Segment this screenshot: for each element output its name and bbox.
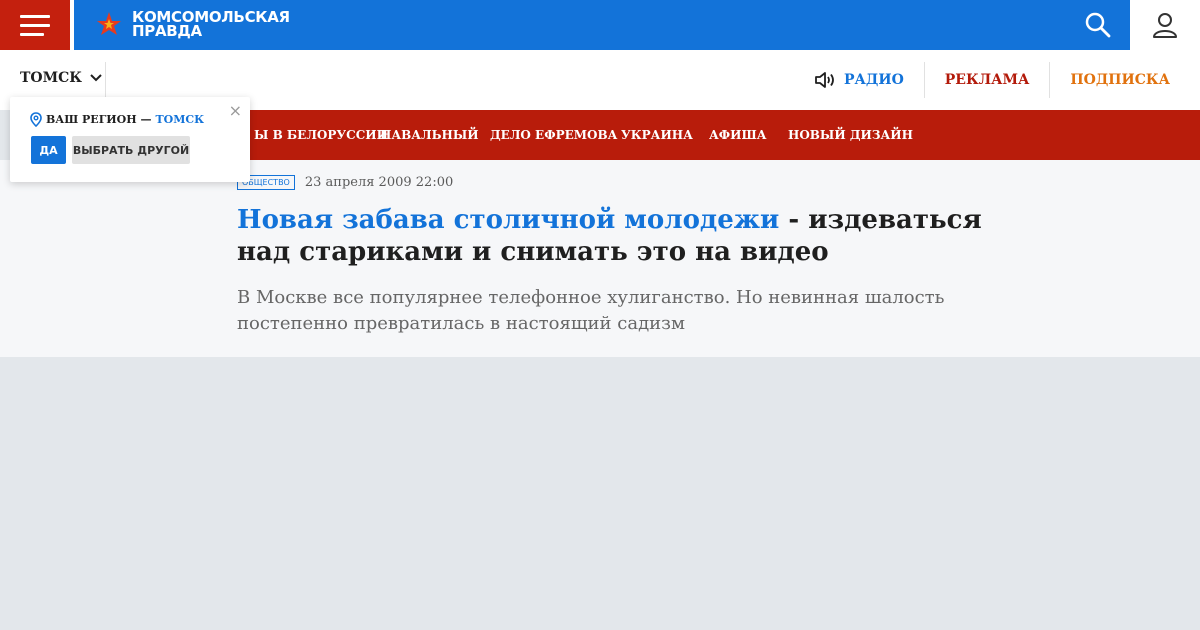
- nav-item-efremov[interactable]: ДЕЛО ЕФРЕМОВА: [490, 128, 617, 142]
- region-name: ТОМСК: [20, 70, 82, 86]
- region-confirm-popup: × ВАШ РЕГИОН — ТОМСК ДА ВЫБРАТЬ ДРУГОЙ: [10, 97, 250, 182]
- nav-item-belarus[interactable]: Ы В БЕЛОРУССИИ: [254, 128, 388, 142]
- close-icon[interactable]: ×: [229, 101, 242, 120]
- nav-item-ukraine[interactable]: УКРАИНА: [621, 128, 693, 142]
- subscribe-link[interactable]: ПОДПИСКА: [1050, 62, 1200, 98]
- article-title: Новая забава столичной молодежи - издева…: [237, 204, 997, 268]
- article-meta: ОБЩЕСТВО 23 апреля 2009 22:00: [237, 175, 453, 190]
- article-title-highlight[interactable]: Новая забава столичной молодежи: [237, 205, 779, 235]
- location-pin-icon: [30, 112, 42, 127]
- region-prompt: ВАШ РЕГИОН — ТОМСК: [30, 112, 204, 127]
- chevron-down-icon: [90, 74, 102, 82]
- subscribe-label: ПОДПИСКА: [1070, 72, 1170, 88]
- region-prompt-city: ТОМСК: [155, 113, 205, 126]
- right-nav: РАДИО РЕКЛАМА ПОДПИСКА: [794, 62, 1200, 98]
- region-prompt-label: ВАШ РЕГИОН —: [46, 113, 152, 126]
- search-icon[interactable]: [1084, 11, 1112, 39]
- article-header: ОБЩЕСТВО 23 апреля 2009 22:00 Новая заба…: [0, 160, 1200, 357]
- top-header: КОМСОМОЛЬСКАЯ ПРАВДА: [0, 0, 1200, 50]
- radio-link[interactable]: РАДИО: [794, 62, 925, 98]
- divider: [105, 62, 106, 98]
- popup-buttons: ДА ВЫБРАТЬ ДРУГОЙ: [31, 136, 190, 164]
- logo-star-icon: [97, 12, 121, 35]
- ads-link[interactable]: РЕКЛАМА: [925, 62, 1051, 98]
- confirm-region-button[interactable]: ДА: [31, 136, 66, 164]
- site-logo[interactable]: КОМСОМОЛЬСКАЯ ПРАВДА: [96, 10, 290, 40]
- hamburger-menu-icon[interactable]: [0, 0, 70, 50]
- article-lead: В Москве все популярнее телефонное хулиг…: [237, 287, 945, 334]
- region-selector[interactable]: ТОМСК: [20, 70, 102, 86]
- article-date: 23 апреля 2009 22:00: [304, 175, 454, 190]
- nav-item-new-design[interactable]: НОВЫЙ ДИЗАЙН: [788, 128, 913, 142]
- logo-line-2: ПРАВДА: [132, 22, 202, 40]
- logo-text: КОМСОМОЛЬСКАЯ ПРАВДА: [132, 10, 290, 40]
- speaker-icon: [815, 72, 834, 88]
- user-icon[interactable]: [1150, 10, 1180, 40]
- choose-other-region-button[interactable]: ВЫБРАТЬ ДРУГОЙ: [72, 136, 190, 164]
- radio-label: РАДИО: [843, 72, 904, 88]
- nav-item-afisha[interactable]: АФИША: [709, 128, 767, 142]
- ads-label: РЕКЛАМА: [944, 72, 1030, 88]
- nav-item-navalny[interactable]: НАВАЛЬНЫЙ: [380, 128, 479, 142]
- header-blue-bar: КОМСОМОЛЬСКАЯ ПРАВДА: [74, 0, 1130, 50]
